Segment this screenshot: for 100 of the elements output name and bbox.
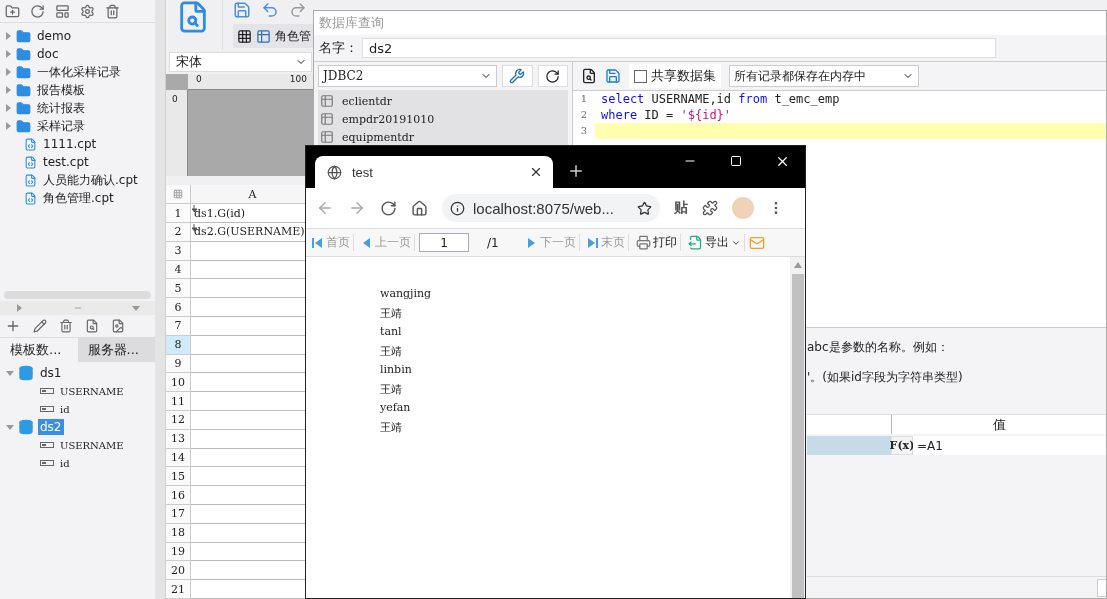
row-header[interactable]: 15 [166,467,191,487]
report-file-icon [24,173,37,187]
preview-icon[interactable] [581,68,597,84]
report-text: wangjing [380,287,432,302]
tree-item[interactable]: 1111.cpt [41,136,99,152]
save-icon[interactable] [233,1,251,19]
font-select[interactable]: 宋体 [169,51,312,72]
expand-arrow-icon[interactable] [4,68,12,76]
tree-item[interactable]: test.cpt [41,154,91,170]
redo-icon[interactable] [289,1,307,19]
tree-item[interactable]: doc [35,46,61,62]
scrollbar[interactable] [4,291,151,299]
collapse-arrow-icon[interactable] [6,423,14,431]
extension-button[interactable]: 贴 [674,199,688,217]
table-item[interactable]: empdr20191010 [342,112,435,126]
row-header[interactable]: 10 [166,373,191,393]
printer-icon [635,235,651,250]
expand-arrow-icon[interactable] [4,122,12,130]
row-header[interactable]: 20 [166,561,191,581]
expand-arrow-icon[interactable] [4,104,12,112]
refresh-button[interactable] [537,65,568,87]
browser-tab[interactable]: test [315,156,553,188]
scroll-up-icon[interactable] [793,262,802,268]
table-item[interactable]: eclientdr [342,94,393,108]
undo-icon[interactable] [261,1,279,19]
tree-item[interactable]: 统计报表 [35,98,87,118]
settings-icon[interactable] [80,3,95,19]
expand-arrow-icon[interactable] [4,86,12,94]
connection-settings-button[interactable] [502,65,533,87]
tree-item[interactable]: 采样记录 [35,116,87,136]
help-text: abc是参数的名称。例如： [807,338,949,356]
report-file-icon [24,137,37,151]
field-item[interactable]: USERNAME [58,384,126,398]
panel-tab[interactable]: 模板数... [0,338,78,362]
expand-arrow-icon[interactable] [4,50,12,58]
row-header[interactable]: 16 [166,486,191,505]
tree-item[interactable]: 角色管理.cpt [41,188,116,208]
maximize-icon[interactable] [730,155,742,167]
column-header: 值 [891,415,1106,434]
template-tab[interactable]: 角色管 [233,24,315,48]
tree-item[interactable]: 人员能力确认.cpt [41,170,140,190]
reload-icon[interactable] [380,199,397,217]
puzzle-icon[interactable] [702,200,718,216]
new-folder-icon[interactable] [5,3,20,19]
mail-icon[interactable] [748,234,765,251]
star-icon[interactable] [637,200,652,216]
dataset-item[interactable]: ds1 [38,365,64,381]
down-arrow-icon[interactable] [132,304,140,312]
row-header[interactable]: 6 [166,298,191,318]
report-file-icon [24,155,37,169]
ruler-mark: 100 [289,73,307,86]
save-icon[interactable] [605,68,621,84]
tree-item[interactable]: demo [35,28,74,44]
back-icon[interactable] [316,199,334,217]
delete-icon[interactable] [59,319,73,333]
row-header[interactable]: 1 [166,204,191,224]
previous-icon [361,236,373,249]
folder-icon [16,118,31,134]
tree-item[interactable]: 一体化采样记录 [35,62,123,82]
database-icon [18,419,34,435]
select-all-corner[interactable] [166,185,191,205]
delete-icon[interactable] [105,3,120,19]
print-button[interactable]: 打印 [632,234,681,251]
expand-arrow-icon[interactable] [4,32,12,40]
row-header[interactable]: 7 [166,317,191,336]
name-field[interactable]: ds2 [362,38,996,58]
home-icon[interactable] [411,199,428,217]
connection-select[interactable]: JDBC2 [318,65,498,87]
new-tab-icon[interactable] [567,162,585,180]
row-header[interactable]: 11 [166,392,191,412]
storage-mode-select[interactable]: 所有记录都保存在内存中 [729,65,919,87]
report-text: yefan [380,401,411,416]
parameter-value-field[interactable]: =A1 [913,436,1106,455]
add-icon[interactable] [5,318,21,334]
forward-icon[interactable] [348,199,366,217]
share-dataset-checkbox[interactable]: 共享数据集 [629,64,721,88]
field-item[interactable]: id [58,456,72,470]
row-header[interactable]: 21 [166,580,191,599]
scrollbar[interactable] [790,257,805,598]
row-header[interactable]: 2 [166,223,191,242]
field-item[interactable]: USERNAME [58,438,126,452]
parameter-name-cell[interactable] [807,436,891,455]
collapse-arrow-icon[interactable] [6,369,14,377]
row-header[interactable]: 5 [166,279,191,299]
template-icon[interactable] [55,3,70,19]
edit-icon[interactable] [33,319,47,333]
page-number-field[interactable]: 1 [419,233,469,252]
refresh-icon[interactable] [30,3,45,19]
dataset-icon[interactable] [111,319,125,333]
tree-item[interactable]: 报告模板 [35,80,87,100]
row-header[interactable]: 17 [166,505,191,524]
address-bar[interactable]: localhost:8075/web... [442,194,660,222]
export-button[interactable]: 导出 [684,234,745,251]
field-item[interactable]: id [58,402,72,416]
table-icon [320,130,334,144]
panel-tab[interactable]: 服务器... [77,338,155,362]
table-item[interactable]: equipmentdr [342,130,414,144]
formula-button[interactable]: F(x) [891,436,913,455]
row-header[interactable]: 12 [166,411,191,430]
close-tab-icon[interactable] [529,165,543,179]
